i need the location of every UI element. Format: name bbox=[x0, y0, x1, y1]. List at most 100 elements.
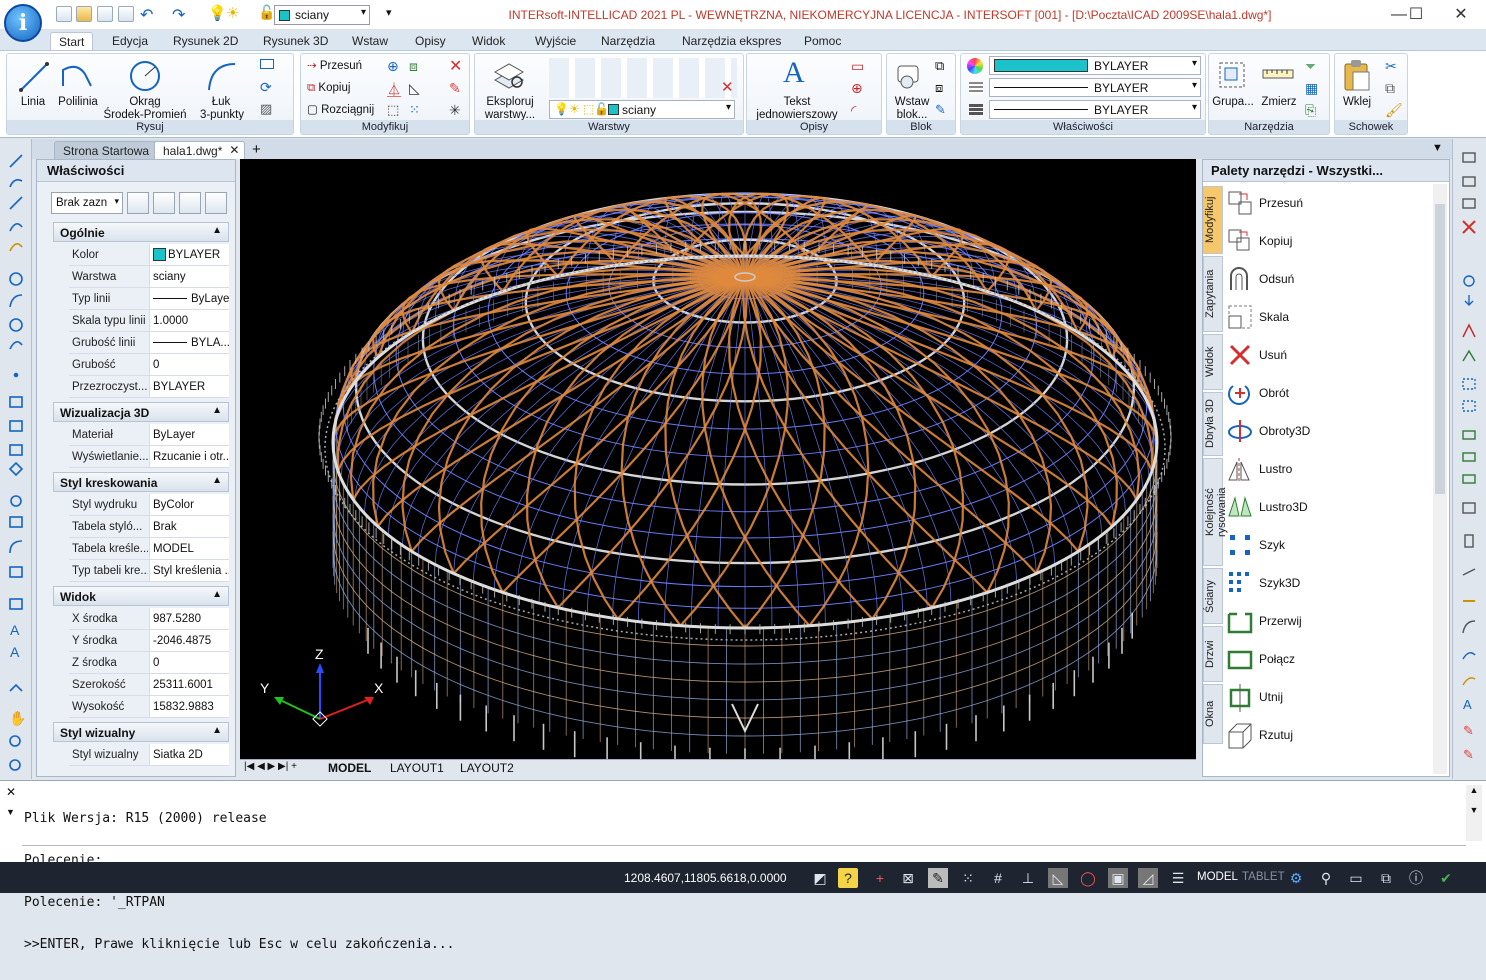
tab-start-page[interactable]: Strona Startowa bbox=[54, 141, 159, 159]
collapse-icon[interactable]: ▲ bbox=[212, 589, 222, 600]
color-picker-icon[interactable] bbox=[967, 58, 983, 74]
dynamic-input-icon[interactable]: ▣ bbox=[1108, 868, 1128, 888]
new-file-icon[interactable] bbox=[56, 6, 72, 22]
palette-tool[interactable]: Usuń bbox=[1225, 338, 1435, 374]
property-value[interactable]: 25311.6001 bbox=[149, 674, 229, 695]
array-icon[interactable]: ⁙ bbox=[409, 102, 420, 118]
collapse-icon[interactable]: ▲ bbox=[212, 225, 222, 236]
palette-tool[interactable]: Rzutuj bbox=[1225, 718, 1435, 754]
layer-delete-icon[interactable]: ✕ bbox=[721, 78, 734, 96]
palette-tool[interactable]: Szyk bbox=[1225, 528, 1435, 564]
section-header[interactable]: Widok ▲ bbox=[53, 586, 229, 606]
palette-tab[interactable]: Modyfikuj bbox=[1203, 186, 1223, 254]
selection-cycle-icon[interactable]: ☰ bbox=[1168, 868, 1188, 888]
property-value[interactable]: sciany bbox=[149, 266, 229, 287]
tab-hala1[interactable]: hala1.dwg* ✕ bbox=[154, 141, 246, 159]
property-value[interactable]: Rzucanie i otr... bbox=[149, 446, 229, 467]
tab-layout2[interactable]: LAYOUT2 bbox=[460, 761, 514, 775]
property-row[interactable]: Grubość linii BYLA... bbox=[69, 332, 229, 354]
palette-scrollbar[interactable] bbox=[1433, 184, 1447, 774]
tablet-label[interactable]: TABLET bbox=[1242, 871, 1285, 883]
tab-layout1[interactable]: LAYOUT1 bbox=[390, 761, 444, 775]
tab-wyjscie[interactable]: Wyjście bbox=[527, 32, 584, 50]
palette-tab[interactable]: Okna bbox=[1203, 684, 1223, 744]
lightbulb-icon[interactable]: 💡 bbox=[208, 4, 227, 22]
property-row[interactable]: Typ linii ByLayer bbox=[69, 288, 229, 310]
color-combo[interactable]: BYLAYER ▾ bbox=[989, 56, 1201, 75]
property-value[interactable]: 0 bbox=[149, 354, 229, 375]
maximize-icon[interactable]: ☐ bbox=[1401, 4, 1431, 26]
palette-tab[interactable]: Dbryła 3D bbox=[1203, 392, 1223, 456]
lineweight-toggle-icon[interactable]: ◿ bbox=[1138, 868, 1158, 888]
palette-tab[interactable]: Ściany bbox=[1203, 568, 1223, 624]
tab-start[interactable]: Start bbox=[50, 32, 94, 50]
arc-icon[interactable] bbox=[203, 58, 239, 94]
hatch-icon[interactable]: ▨ bbox=[260, 101, 272, 117]
text-button[interactable]: Tekst bbox=[749, 96, 845, 109]
panel-title-rysuj[interactable]: Rysuj bbox=[7, 120, 293, 134]
section-header[interactable]: Styl kreskowania ▲ bbox=[53, 472, 229, 492]
palette-tool[interactable]: Utnij bbox=[1225, 680, 1435, 716]
palette-tab[interactable]: Widok bbox=[1203, 334, 1223, 390]
panel-title-schowek[interactable]: Schowek bbox=[1335, 120, 1407, 134]
rotate-icon[interactable]: ⊕ bbox=[387, 58, 399, 75]
property-value[interactable]: Siatka 2D bbox=[149, 744, 229, 765]
palette-tool[interactable]: Szyk3D bbox=[1225, 566, 1435, 602]
palette-tab[interactable]: Drzwi bbox=[1203, 626, 1223, 682]
property-value[interactable]: MODEL bbox=[149, 538, 229, 559]
property-row[interactable]: Grubość 0 bbox=[69, 354, 229, 376]
grid-icon[interactable]: # bbox=[988, 868, 1008, 888]
property-row[interactable]: Wysokość 15832.9883 bbox=[69, 696, 229, 718]
palette-tool[interactable]: Przerwij bbox=[1225, 604, 1435, 640]
scroll-thumb[interactable] bbox=[1435, 204, 1445, 494]
section-header[interactable]: Wizualizacja 3D ▲ bbox=[53, 402, 229, 422]
palette-tool[interactable]: Połącz bbox=[1225, 642, 1435, 678]
panel-title-warstwy[interactable]: Warstwy bbox=[475, 120, 743, 134]
save-icon[interactable] bbox=[97, 6, 113, 22]
copy-clip-icon[interactable]: ⧉ bbox=[1385, 80, 1395, 97]
copy-button[interactable]: ⧉ Kopiuj bbox=[307, 79, 350, 97]
lock-icon[interactable]: 🔓 bbox=[258, 4, 275, 21]
linetype-combo[interactable]: BYLAYER ▾ bbox=[989, 78, 1201, 97]
palette-tool[interactable]: Lustro bbox=[1225, 452, 1435, 488]
workspace-icon[interactable]: ⧉ bbox=[1376, 868, 1396, 888]
section-header[interactable]: Ogólnie ▲ bbox=[53, 222, 229, 242]
tab-narzedzia-ekspres[interactable]: Narzędzia ekspres bbox=[674, 32, 789, 50]
cmd-menu-icon[interactable]: ▼ bbox=[6, 807, 15, 817]
palette-tab[interactable]: Zapytania bbox=[1203, 256, 1223, 332]
otrack-icon[interactable]: ◯ bbox=[1078, 868, 1098, 888]
group-button[interactable]: Grupa... bbox=[1209, 96, 1257, 109]
block-edit-icon[interactable]: ⧈ bbox=[935, 80, 943, 96]
property-row[interactable]: Z środka 0 bbox=[69, 652, 229, 674]
drawing-viewport[interactable]: Z X Y bbox=[240, 159, 1196, 775]
close-cmd-icon[interactable]: ✕ bbox=[6, 785, 16, 799]
lineweight-icon[interactable] bbox=[969, 104, 983, 116]
property-row[interactable]: Materiał ByLayer bbox=[69, 424, 229, 446]
paste-button[interactable]: Wklej bbox=[1335, 96, 1379, 109]
app-logo-icon[interactable]: i bbox=[4, 4, 42, 42]
property-value[interactable]: 987.5280 bbox=[149, 608, 229, 629]
palette-tab[interactable]: Kolejność rysowania bbox=[1203, 458, 1228, 566]
palette-tool[interactable]: Obroty3D bbox=[1225, 414, 1435, 450]
tab-widok[interactable]: Widok bbox=[464, 32, 513, 50]
tabs-menu-icon[interactable]: ▼ bbox=[1432, 142, 1443, 154]
cmd-scrollbar[interactable]: ▲ ▼ bbox=[1466, 785, 1482, 841]
explode-icon[interactable]: ✳ bbox=[449, 102, 461, 119]
property-row[interactable]: Warstwa sciany bbox=[69, 266, 229, 288]
tree-view-button[interactable] bbox=[127, 192, 149, 214]
property-value[interactable]: ByLayer bbox=[149, 424, 229, 445]
annotation-icon[interactable]: ⚲ bbox=[1316, 868, 1336, 888]
layer-combo[interactable]: sciany ▾ bbox=[274, 5, 370, 25]
block-attr-icon[interactable]: ✎ bbox=[935, 102, 946, 118]
property-value[interactable]: ByColor bbox=[149, 494, 229, 515]
first-layout-icon[interactable]: |◀ ◀ ▶ ▶| + bbox=[244, 761, 297, 772]
panel-title-blok[interactable]: Blok bbox=[887, 120, 955, 134]
command-line[interactable]: ✕ ▼ Plik Wersja: R15 (2000) release Pole… bbox=[0, 780, 1486, 952]
paste-icon[interactable] bbox=[1341, 58, 1371, 92]
circle-button[interactable]: Okrąg bbox=[117, 96, 173, 109]
polyline-icon[interactable] bbox=[59, 60, 95, 94]
tooltip-toggle-icon[interactable]: ? bbox=[838, 868, 858, 888]
property-value[interactable]: Styl kreślenia ... bbox=[149, 560, 229, 581]
collapse-icon[interactable]: ▲ bbox=[212, 725, 222, 736]
linetype-icon[interactable] bbox=[969, 82, 983, 94]
